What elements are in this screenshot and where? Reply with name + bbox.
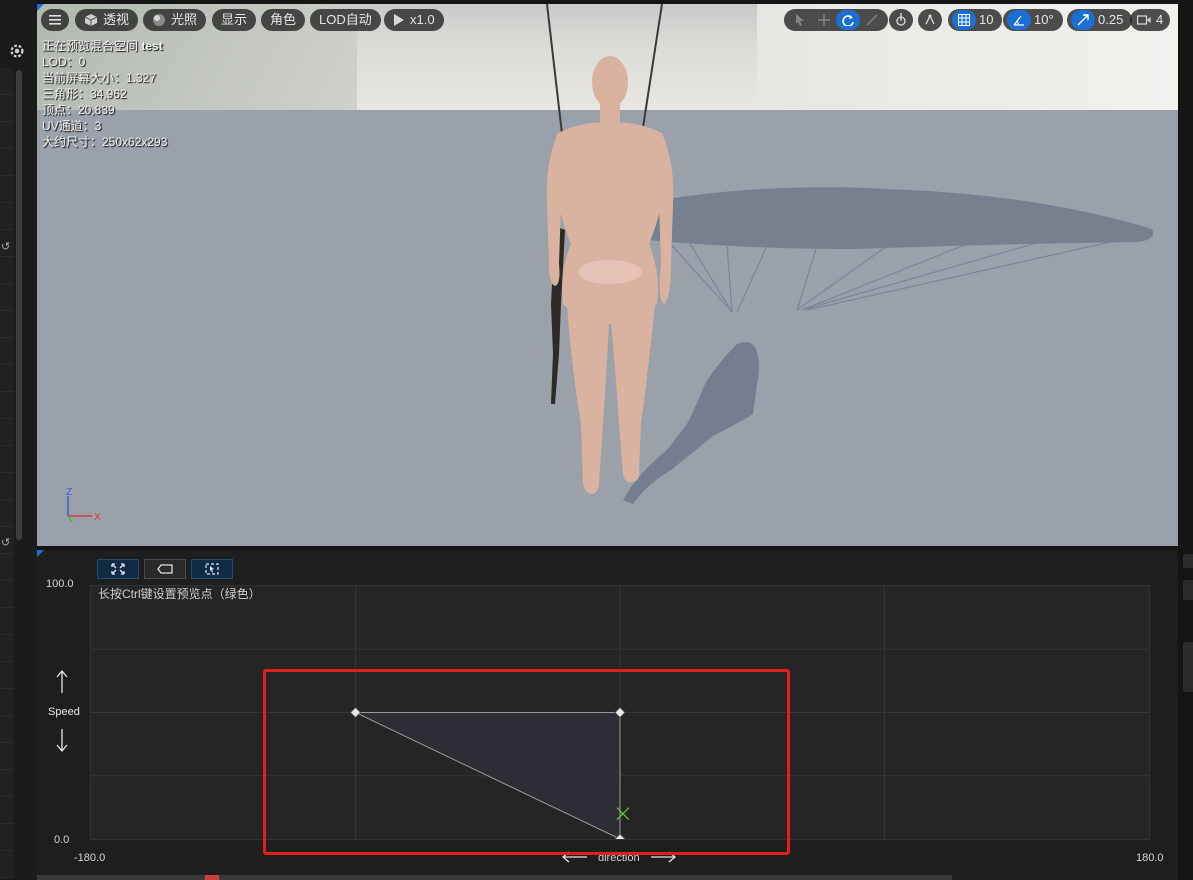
frame-selection-button[interactable] <box>191 559 233 579</box>
view-mode-label: 透视 <box>103 12 130 27</box>
asset-name: test <box>141 39 163 53</box>
label-toggle-button[interactable] <box>144 559 186 579</box>
stat-approx-size: 大约尺寸：250x62x293 <box>42 135 168 149</box>
rotation-snap-group[interactable]: 10° <box>1003 9 1063 31</box>
scale-arrow-icon <box>1077 14 1089 26</box>
arrow-up-icon <box>56 670 68 693</box>
scale-snap-group[interactable]: 0.25 <box>1067 9 1133 31</box>
move-arrows-icon <box>818 14 830 26</box>
grid-icon <box>958 14 970 26</box>
x-axis-min: -180.0 <box>74 852 106 864</box>
details-scrollbar[interactable] <box>16 70 22 540</box>
character-button[interactable]: 角色 <box>261 9 306 31</box>
camera-speed-button[interactable]: 4 <box>1130 9 1171 31</box>
select-mode-button[interactable] <box>788 10 812 30</box>
frame-select-icon <box>205 563 219 575</box>
surface-snap-button[interactable] <box>918 9 942 31</box>
cursor-arrow-icon <box>796 14 804 26</box>
blendspace-toolbar <box>97 559 233 579</box>
lighting-label: 光照 <box>171 12 198 27</box>
cube-icon <box>84 14 98 26</box>
show-button[interactable]: 显示 <box>212 9 257 31</box>
panel-corner-marker <box>37 550 44 557</box>
y-axis-min: 0.0 <box>54 834 70 846</box>
preview-viewport[interactable]: 透视 光照 显示 角色 LOD自动 x1.0 10 10° 0.25 4 正在预… <box>37 4 1178 546</box>
show-label: 显示 <box>221 12 248 27</box>
camera-icon <box>1137 15 1151 25</box>
stat-triangles: 三角形：34,962 <box>42 87 127 101</box>
hamburger-icon <box>49 15 61 25</box>
fit-arrows-icon <box>111 563 125 575</box>
scale-icon <box>866 14 878 26</box>
right-tab[interactable] <box>1183 580 1193 600</box>
rotate-icon <box>842 15 854 26</box>
local-space-button[interactable] <box>889 9 913 31</box>
surface-snap-icon <box>925 14 935 25</box>
grid-snap-value[interactable]: 10 <box>976 9 998 31</box>
gear-icon[interactable] <box>8 42 26 60</box>
scale-mode-button[interactable] <box>860 10 884 30</box>
reset-arrow-icon[interactable]: ↺ <box>1 536 10 549</box>
timeline-marker[interactable] <box>205 875 219 880</box>
lighting-sphere-icon <box>153 14 165 26</box>
grid-snap-group[interactable]: 10 <box>948 9 1003 31</box>
axis-gizmo: Z X <box>66 487 101 523</box>
view-mode-button[interactable]: 透视 <box>75 9 139 31</box>
scale-snap-toggle[interactable] <box>1071 10 1095 30</box>
rotate-mode-button[interactable] <box>836 10 860 30</box>
reset-arrow-icon[interactable]: ↺ <box>1 240 10 253</box>
rotation-snap-toggle[interactable] <box>1007 10 1031 30</box>
translate-mode-button[interactable] <box>812 10 836 30</box>
stat-screen-size: 当前屏幕大小：1.327 <box>42 71 157 85</box>
playback-speed-button[interactable]: x1.0 <box>384 9 444 31</box>
axis-z-label: Z <box>66 487 72 498</box>
timeline-scrollbar[interactable] <box>37 875 952 880</box>
angle-icon <box>1013 15 1024 26</box>
lod-button[interactable]: LOD自动 <box>310 9 381 31</box>
lod-label: LOD自动 <box>319 12 372 27</box>
play-icon <box>394 14 404 26</box>
stat-vertices: 顶点：20,839 <box>42 103 115 117</box>
arrow-down-icon <box>56 729 68 752</box>
rotation-snap-value[interactable]: 10° <box>1031 9 1059 31</box>
details-rows <box>0 68 14 878</box>
stat-lod: LOD：0 <box>42 55 86 69</box>
scale-snap-value[interactable]: 0.25 <box>1095 9 1128 31</box>
right-tab[interactable] <box>1183 642 1193 692</box>
character-label: 角色 <box>270 12 297 27</box>
x-axis-max: 180.0 <box>1136 852 1164 864</box>
stat-uv-channels: UV通道：3 <box>42 119 102 133</box>
grid-snap-toggle[interactable] <box>952 10 976 30</box>
fit-view-button[interactable] <box>97 559 139 579</box>
playback-speed-label: x1.0 <box>410 12 435 27</box>
transform-space-icon <box>896 13 906 26</box>
ctrl-hint: 长按Ctrl键设置预览点（绿色） <box>98 587 261 601</box>
preview-stats: 正在预览混合空间 test LOD：0 当前屏幕大小：1.327 三角形：34,… <box>42 38 167 150</box>
viewport-toolbar: 透视 光照 显示 角色 LOD自动 x1.0 10 10° 0.25 4 <box>37 4 1178 34</box>
preview-prefix: 正在预览混合空间 <box>42 39 139 53</box>
axis-x-label: X <box>94 512 101 523</box>
tag-icon <box>157 564 173 574</box>
right-tab[interactable] <box>1183 554 1193 568</box>
lighting-button[interactable]: 光照 <box>143 9 207 31</box>
right-edge-strip <box>1178 0 1193 880</box>
y-axis-max: 100.0 <box>46 578 74 590</box>
transform-mode-group <box>784 9 888 31</box>
viewport-menu-button[interactable] <box>41 9 69 31</box>
camera-speed-value: 4 <box>1156 12 1164 27</box>
scene-render <box>546 4 1153 504</box>
highlight-annotation-box <box>263 669 790 855</box>
left-details-strip: ↺ ↺ <box>0 0 38 880</box>
blendspace-editor: 100.0 0.0 -180.0 180.0 Speed 长按Ctrl键设置预览… <box>37 550 1178 880</box>
preview-title-line: 正在预览混合空间 test <box>42 38 167 54</box>
y-axis-label: Speed <box>48 706 80 718</box>
